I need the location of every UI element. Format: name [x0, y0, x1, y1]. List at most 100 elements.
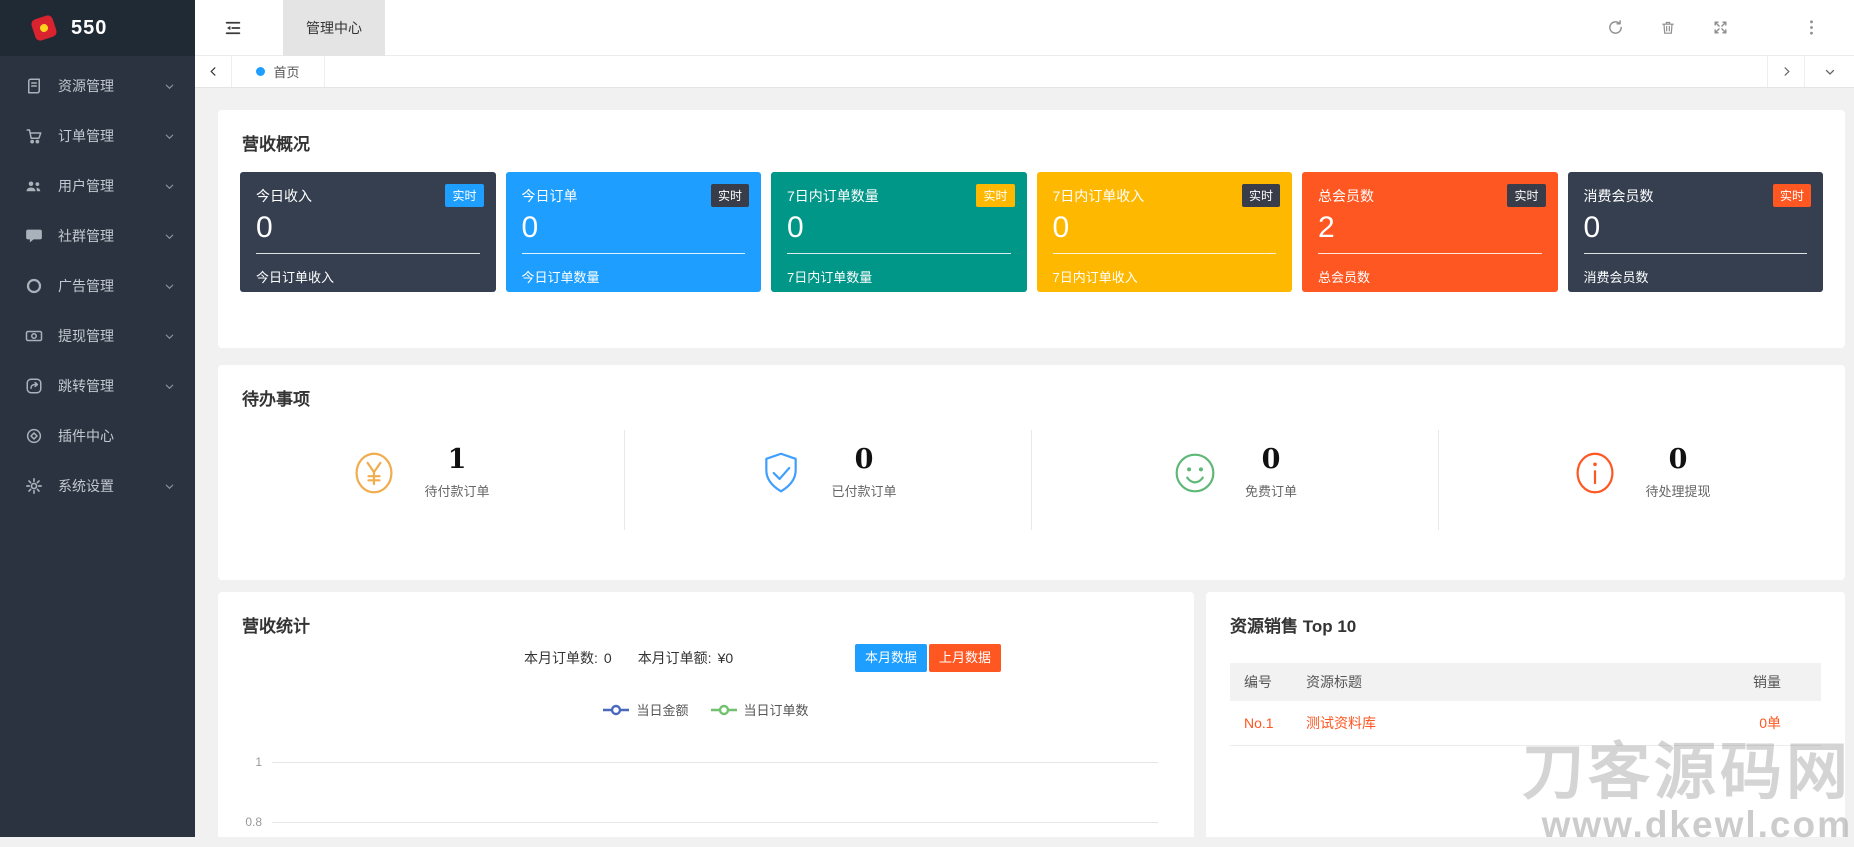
sidebar-item-label: 社群管理	[58, 226, 164, 246]
sidebar-item-user-management[interactable]: 用户管理	[0, 161, 195, 211]
realtime-badge: 实时	[711, 184, 749, 207]
stat-card-footer: 7日内订单数量	[787, 267, 1011, 286]
sidebar-item-withdraw-management[interactable]: 提现管理	[0, 311, 195, 361]
stat-card-divider	[787, 253, 1011, 254]
users-icon	[25, 177, 43, 195]
realtime-badge: 实时	[1773, 184, 1811, 207]
panel-title-todo: 待办事项	[218, 365, 1845, 410]
tabbar-spacer	[325, 56, 1767, 87]
yen-circle-icon	[352, 450, 396, 496]
tab-strip: 首页	[195, 56, 1854, 88]
resource-sales-top10-panel: 资源销售 Top 10 编号 资源标题 销量 No.1 测试资料库 0单	[1206, 592, 1845, 837]
top-navbar: 管理中心	[195, 0, 1854, 56]
stat-card-footer: 总会员数	[1318, 267, 1542, 286]
month-summary: 本月订单数:0 本月订单额:¥0	[518, 648, 733, 668]
refresh-icon[interactable]	[1607, 19, 1624, 36]
realtime-badge: 实时	[1507, 184, 1545, 207]
fullscreen-icon[interactable]	[1712, 19, 1729, 36]
tabs-menu-icon[interactable]	[1804, 56, 1854, 87]
sidebar-item-label: 资源管理	[58, 76, 164, 96]
todo-text-group: 0 待处理提现	[1645, 446, 1710, 500]
sidebar-item-label: 跳转管理	[58, 376, 164, 396]
sidebar-item-label: 提现管理	[58, 326, 164, 346]
todo-item-unpaid-orders[interactable]: 1 待付款订单	[218, 430, 625, 530]
stat-card-divider	[1584, 253, 1808, 254]
smiley-icon	[1173, 450, 1217, 496]
shield-check-icon	[759, 450, 803, 496]
sidebar-item-label: 系统设置	[58, 476, 164, 496]
sidebar-item-resource-management[interactable]: 资源管理	[0, 61, 195, 111]
stat-card-footer: 消费会员数	[1584, 267, 1808, 286]
todo-item-paid-orders[interactable]: 0 已付款订单	[625, 430, 1032, 530]
todo-item-free-orders[interactable]: 0 免费订单	[1032, 430, 1439, 530]
stat-card-divider	[522, 253, 746, 254]
tab-home-label: 首页	[273, 62, 299, 81]
navbar-actions	[1607, 19, 1814, 36]
chevron-down-icon	[164, 231, 175, 242]
bottom-row: 营收统计 本月订单数:0 本月订单额:¥0 本月数据 上月数据 当日金额	[218, 592, 1845, 837]
top10-table: 编号 资源标题 销量 No.1 测试资料库 0单	[1230, 663, 1821, 746]
todo-label: 待付款订单	[424, 481, 489, 500]
sidebar-item-order-management[interactable]: 订单管理	[0, 111, 195, 161]
tabs-scroll-left-icon[interactable]	[195, 56, 232, 87]
stat-card-footer: 今日订单收入	[256, 267, 480, 286]
sidebar: 550 资源管理 订单管理 用户管理	[0, 0, 195, 837]
stat-card-footer: 7日内订单收入	[1053, 267, 1277, 286]
stat-card-value: 0	[256, 211, 480, 244]
chevron-down-icon	[164, 131, 175, 142]
chevron-down-icon	[164, 331, 175, 342]
stat-card-value: 0	[1053, 211, 1277, 244]
circle-icon	[25, 277, 43, 295]
sidebar-item-plugin-center[interactable]: 插件中心	[0, 411, 195, 461]
chart-range-buttons: 本月数据 上月数据	[855, 644, 1001, 672]
stat-card-today-orders[interactable]: 今日订单 实时 0 今日订单数量	[506, 172, 762, 292]
comment-icon	[25, 227, 43, 245]
legend-daily-order-count[interactable]: 当日订单数	[711, 700, 809, 719]
stat-card-value: 2	[1318, 211, 1542, 244]
legend-daily-amount[interactable]: 当日金额	[603, 700, 688, 719]
sidebar-item-label: 插件中心	[58, 426, 175, 446]
stat-card-7day-order-income[interactable]: 7日内订单收入 实时 0 7日内订单收入	[1037, 172, 1293, 292]
logo-icon	[30, 14, 58, 42]
chevron-down-icon	[164, 181, 175, 192]
table-row[interactable]: No.1 测试资料库 0单	[1230, 701, 1821, 746]
cart-icon	[25, 127, 43, 145]
banknote-icon	[25, 327, 43, 345]
row-resource-title[interactable]: 测试资料库	[1306, 713, 1711, 733]
sidebar-item-redirect-management[interactable]: 跳转管理	[0, 361, 195, 411]
todo-text-group: 0 免费订单	[1245, 446, 1297, 500]
todo-items-row: 1 待付款订单 0 已付款订单	[218, 430, 1845, 530]
stat-card-value: 0	[787, 211, 1011, 244]
logo[interactable]: 550	[0, 0, 195, 56]
stat-card-total-members[interactable]: 总会员数 实时 2 总会员数	[1302, 172, 1558, 292]
stat-card-7day-order-count[interactable]: 7日内订单数量 实时 0 7日内订单数量	[771, 172, 1027, 292]
stat-card-today-income[interactable]: 今日收入 实时 0 今日订单收入	[240, 172, 496, 292]
plugin-icon	[25, 427, 43, 445]
gridline	[272, 822, 1158, 823]
last-month-button[interactable]: 上月数据	[929, 644, 1001, 672]
more-vertical-icon[interactable]	[1809, 19, 1814, 36]
chevron-down-icon	[164, 281, 175, 292]
menu-collapse-icon[interactable]	[223, 19, 243, 37]
tabs-scroll-right-icon[interactable]	[1767, 56, 1804, 87]
realtime-badge: 实时	[1242, 184, 1280, 207]
chevron-down-icon	[164, 381, 175, 392]
tab-home[interactable]: 首页	[232, 56, 325, 87]
stat-card-consuming-members[interactable]: 消费会员数 实时 0 消费会员数	[1568, 172, 1824, 292]
todo-text-group: 0 已付款订单	[831, 446, 896, 500]
realtime-badge: 实时	[976, 184, 1014, 207]
sidebar-item-ad-management[interactable]: 广告管理	[0, 261, 195, 311]
sidebar-item-system-settings[interactable]: 系统设置	[0, 461, 195, 511]
this-month-button[interactable]: 本月数据	[855, 644, 927, 672]
top10-table-header: 编号 资源标题 销量	[1230, 663, 1821, 701]
legend-label: 当日金额	[636, 700, 688, 719]
todo-item-pending-withdrawals[interactable]: 0 待处理提现	[1439, 430, 1845, 530]
page-content: 营收概况 今日收入 实时 0 今日订单收入 今日订单 实时 0 今日订单数量	[195, 88, 1854, 837]
tab-management-center[interactable]: 管理中心	[283, 0, 385, 56]
chart-legend: 当日金额 当日订单数	[218, 700, 1194, 719]
sidebar-item-community-management[interactable]: 社群管理	[0, 211, 195, 261]
legend-marker-icon	[711, 704, 737, 716]
trash-icon[interactable]	[1660, 19, 1676, 36]
legend-label: 当日订单数	[744, 700, 809, 719]
panel-title-overview: 营收概况	[218, 110, 1845, 155]
